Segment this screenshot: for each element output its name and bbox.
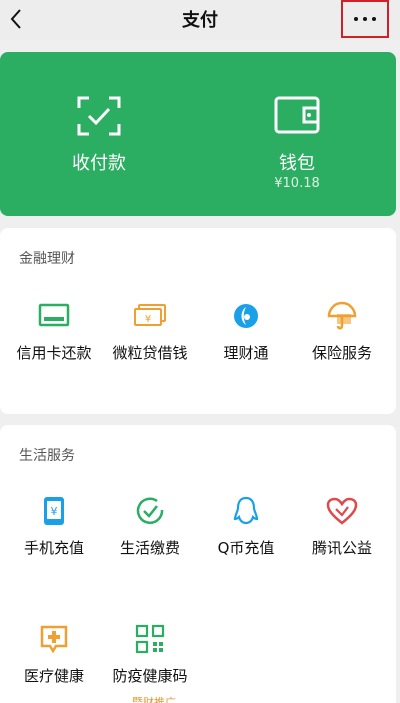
q-coin-topup-label: Q币充值 <box>217 539 275 557</box>
insurance-label: 保险服务 <box>311 344 372 362</box>
mobile-topup-label: 手机充值 <box>23 539 84 557</box>
wallet-card: 收付款 钱包 ¥10.18 <box>0 52 396 216</box>
q-coin-topup-item[interactable]: Q币充值 <box>196 493 296 573</box>
nav-bar: 支付 <box>0 0 400 40</box>
umbrella-icon <box>324 298 360 334</box>
svg-text:¥: ¥ <box>51 505 58 518</box>
finance-section: 金融理财 信用卡还款 ¥ 微粒贷借钱 理财通 保险服务 <box>0 228 396 414</box>
licaitong-label: 理财通 <box>223 344 269 362</box>
medical-health-label: 医疗健康 <box>23 667 84 685</box>
weilidai-loan-item[interactable]: ¥ 微粒贷借钱 <box>100 298 200 378</box>
tencent-charity-item[interactable]: 腾讯公益 <box>292 493 392 573</box>
medical-plus-icon <box>36 621 72 657</box>
mobile-topup-item[interactable]: ¥ 手机充值 <box>4 493 104 573</box>
wallet-label: 钱包 <box>279 153 315 174</box>
heart-icon <box>324 493 360 529</box>
check-leaf-icon <box>132 493 168 529</box>
page-title: 支付 <box>182 10 218 31</box>
credit-card-repay-label: 信用卡还款 <box>16 344 92 362</box>
wallet-icon <box>274 96 320 134</box>
credit-card-icon <box>36 298 72 334</box>
medical-health-item[interactable]: 医疗健康 <box>4 621 104 701</box>
wallet-balance: ¥10.18 <box>274 176 320 191</box>
svg-text:¥: ¥ <box>145 314 151 325</box>
utility-bills-label: 生活缴费 <box>119 539 180 557</box>
collect-pay-label: 收付款 <box>72 153 126 174</box>
utility-bills-item[interactable]: 生活缴费 <box>100 493 200 573</box>
collect-pay-button[interactable]: 收付款 <box>0 52 198 216</box>
life-services-section: 生活服务 ¥ 手机充值 生活缴费 Q币充值 腾讯公益 医疗健康 防疫健康码 <box>0 425 396 703</box>
more-button[interactable] <box>341 0 389 38</box>
licaitong-icon <box>228 298 264 334</box>
scan-check-icon <box>77 96 121 136</box>
loan-bills-icon: ¥ <box>132 298 168 334</box>
weilidai-loan-label: 微粒贷借钱 <box>112 344 188 362</box>
insurance-item[interactable]: 保险服务 <box>292 298 392 378</box>
partial-footer-text: 暨财推广 <box>132 696 176 703</box>
credit-card-repay-item[interactable]: 信用卡还款 <box>4 298 104 378</box>
wallet-button[interactable]: 钱包 ¥10.18 <box>198 52 396 216</box>
phone-yuan-icon: ¥ <box>36 493 72 529</box>
health-code-item[interactable]: 防疫健康码 <box>100 621 200 701</box>
health-code-label: 防疫健康码 <box>112 667 188 685</box>
finance-section-title: 金融理财 <box>19 251 75 267</box>
licaitong-item[interactable]: 理财通 <box>196 298 296 378</box>
life-section-title: 生活服务 <box>19 448 75 464</box>
more-dots-icon <box>354 17 376 21</box>
qr-code-icon <box>132 621 168 657</box>
tencent-charity-label: 腾讯公益 <box>311 539 372 557</box>
qq-penguin-icon <box>228 493 264 529</box>
